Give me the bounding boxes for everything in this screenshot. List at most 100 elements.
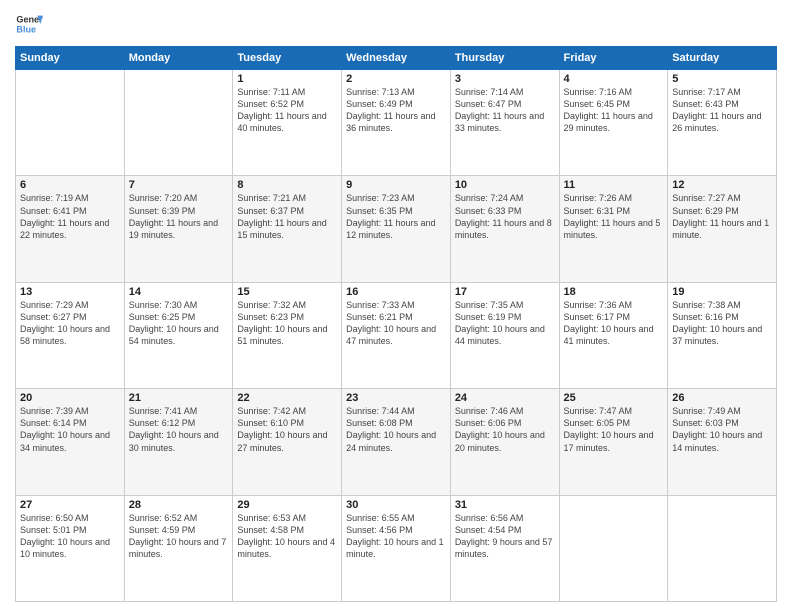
sunrise: Sunrise: 7:13 AM [346,87,415,97]
day-info: Sunrise: 7:47 AM Sunset: 6:05 PM Dayligh… [564,405,664,454]
calendar-cell: 5 Sunrise: 7:17 AM Sunset: 6:43 PM Dayli… [668,70,777,176]
weekday-header-row: SundayMondayTuesdayWednesdayThursdayFrid… [16,47,777,70]
day-number: 19 [672,286,772,298]
sunset: Sunset: 6:21 PM [346,312,413,322]
day-number: 29 [237,499,337,511]
day-number: 10 [455,179,555,191]
calendar-week-4: 20 Sunrise: 7:39 AM Sunset: 6:14 PM Dayl… [16,389,777,495]
day-number: 15 [237,286,337,298]
sunset: Sunset: 6:35 PM [346,206,413,216]
calendar-cell: 8 Sunrise: 7:21 AM Sunset: 6:37 PM Dayli… [233,176,342,282]
sunset: Sunset: 6:33 PM [455,206,522,216]
sunset: Sunset: 6:14 PM [20,418,87,428]
sunset: Sunset: 6:43 PM [672,99,739,109]
daylight: Daylight: 10 hours and 37 minutes. [672,324,762,346]
day-info: Sunrise: 6:55 AM Sunset: 4:56 PM Dayligh… [346,512,446,561]
page: General Blue SundayMondayTuesdayWednesda… [0,0,792,612]
day-number: 16 [346,286,446,298]
daylight: Daylight: 10 hours and 20 minutes. [455,430,545,452]
sunset: Sunset: 6:12 PM [129,418,196,428]
sunrise: Sunrise: 6:56 AM [455,513,524,523]
calendar-cell [16,70,125,176]
day-number: 13 [20,286,120,298]
calendar-cell: 11 Sunrise: 7:26 AM Sunset: 6:31 PM Dayl… [559,176,668,282]
day-info: Sunrise: 7:16 AM Sunset: 6:45 PM Dayligh… [564,86,664,135]
day-info: Sunrise: 7:46 AM Sunset: 6:06 PM Dayligh… [455,405,555,454]
sunrise: Sunrise: 6:53 AM [237,513,306,523]
calendar-cell [668,495,777,601]
calendar-cell: 22 Sunrise: 7:42 AM Sunset: 6:10 PM Dayl… [233,389,342,495]
daylight: Daylight: 10 hours and 7 minutes. [129,537,227,559]
sunrise: Sunrise: 7:27 AM [672,193,741,203]
day-info: Sunrise: 7:29 AM Sunset: 6:27 PM Dayligh… [20,299,120,348]
logo-icon: General Blue [15,10,43,38]
sunset: Sunset: 4:54 PM [455,525,522,535]
sunset: Sunset: 5:01 PM [20,525,87,535]
weekday-header-saturday: Saturday [668,47,777,70]
sunset: Sunset: 6:29 PM [672,206,739,216]
sunset: Sunset: 6:27 PM [20,312,87,322]
sunset: Sunset: 6:17 PM [564,312,631,322]
calendar-cell [124,70,233,176]
calendar-cell: 3 Sunrise: 7:14 AM Sunset: 6:47 PM Dayli… [450,70,559,176]
day-number: 28 [129,499,229,511]
calendar-cell: 2 Sunrise: 7:13 AM Sunset: 6:49 PM Dayli… [342,70,451,176]
day-info: Sunrise: 7:41 AM Sunset: 6:12 PM Dayligh… [129,405,229,454]
weekday-header-thursday: Thursday [450,47,559,70]
sunrise: Sunrise: 7:35 AM [455,300,524,310]
sunset: Sunset: 6:45 PM [564,99,631,109]
sunrise: Sunrise: 7:30 AM [129,300,198,310]
calendar-week-5: 27 Sunrise: 6:50 AM Sunset: 5:01 PM Dayl… [16,495,777,601]
day-number: 18 [564,286,664,298]
weekday-header-tuesday: Tuesday [233,47,342,70]
calendar-cell: 30 Sunrise: 6:55 AM Sunset: 4:56 PM Dayl… [342,495,451,601]
sunset: Sunset: 4:56 PM [346,525,413,535]
day-number: 11 [564,179,664,191]
daylight: Daylight: 10 hours and 41 minutes. [564,324,654,346]
daylight: Daylight: 11 hours and 33 minutes. [455,111,544,133]
calendar-table: SundayMondayTuesdayWednesdayThursdayFrid… [15,46,777,602]
sunset: Sunset: 6:25 PM [129,312,196,322]
daylight: Daylight: 11 hours and 19 minutes. [129,218,218,240]
daylight: Daylight: 10 hours and 17 minutes. [564,430,654,452]
calendar-cell: 10 Sunrise: 7:24 AM Sunset: 6:33 PM Dayl… [450,176,559,282]
day-number: 12 [672,179,772,191]
sunrise: Sunrise: 6:50 AM [20,513,89,523]
calendar-cell: 23 Sunrise: 7:44 AM Sunset: 6:08 PM Dayl… [342,389,451,495]
daylight: Daylight: 10 hours and 14 minutes. [672,430,762,452]
calendar-cell: 21 Sunrise: 7:41 AM Sunset: 6:12 PM Dayl… [124,389,233,495]
weekday-header-friday: Friday [559,47,668,70]
sunset: Sunset: 6:39 PM [129,206,196,216]
day-info: Sunrise: 7:21 AM Sunset: 6:37 PM Dayligh… [237,192,337,241]
weekday-header-wednesday: Wednesday [342,47,451,70]
day-number: 25 [564,392,664,404]
sunrise: Sunrise: 7:38 AM [672,300,741,310]
day-info: Sunrise: 6:50 AM Sunset: 5:01 PM Dayligh… [20,512,120,561]
daylight: Daylight: 11 hours and 1 minute. [672,218,769,240]
calendar-cell: 26 Sunrise: 7:49 AM Sunset: 6:03 PM Dayl… [668,389,777,495]
sunrise: Sunrise: 7:14 AM [455,87,524,97]
calendar-cell: 25 Sunrise: 7:47 AM Sunset: 6:05 PM Dayl… [559,389,668,495]
sunset: Sunset: 6:19 PM [455,312,522,322]
calendar-week-3: 13 Sunrise: 7:29 AM Sunset: 6:27 PM Dayl… [16,282,777,388]
calendar-cell: 29 Sunrise: 6:53 AM Sunset: 4:58 PM Dayl… [233,495,342,601]
day-info: Sunrise: 7:20 AM Sunset: 6:39 PM Dayligh… [129,192,229,241]
sunrise: Sunrise: 7:41 AM [129,406,198,416]
sunset: Sunset: 6:37 PM [237,206,304,216]
daylight: Daylight: 11 hours and 40 minutes. [237,111,326,133]
daylight: Daylight: 10 hours and 27 minutes. [237,430,327,452]
day-number: 26 [672,392,772,404]
sunrise: Sunrise: 7:47 AM [564,406,633,416]
daylight: Daylight: 10 hours and 10 minutes. [20,537,110,559]
day-info: Sunrise: 7:32 AM Sunset: 6:23 PM Dayligh… [237,299,337,348]
day-info: Sunrise: 7:38 AM Sunset: 6:16 PM Dayligh… [672,299,772,348]
day-info: Sunrise: 7:11 AM Sunset: 6:52 PM Dayligh… [237,86,337,135]
day-info: Sunrise: 7:13 AM Sunset: 6:49 PM Dayligh… [346,86,446,135]
sunset: Sunset: 6:41 PM [20,206,87,216]
day-info: Sunrise: 7:36 AM Sunset: 6:17 PM Dayligh… [564,299,664,348]
day-number: 7 [129,179,229,191]
day-info: Sunrise: 7:24 AM Sunset: 6:33 PM Dayligh… [455,192,555,241]
sunrise: Sunrise: 7:42 AM [237,406,306,416]
sunrise: Sunrise: 6:55 AM [346,513,415,523]
sunrise: Sunrise: 7:26 AM [564,193,633,203]
